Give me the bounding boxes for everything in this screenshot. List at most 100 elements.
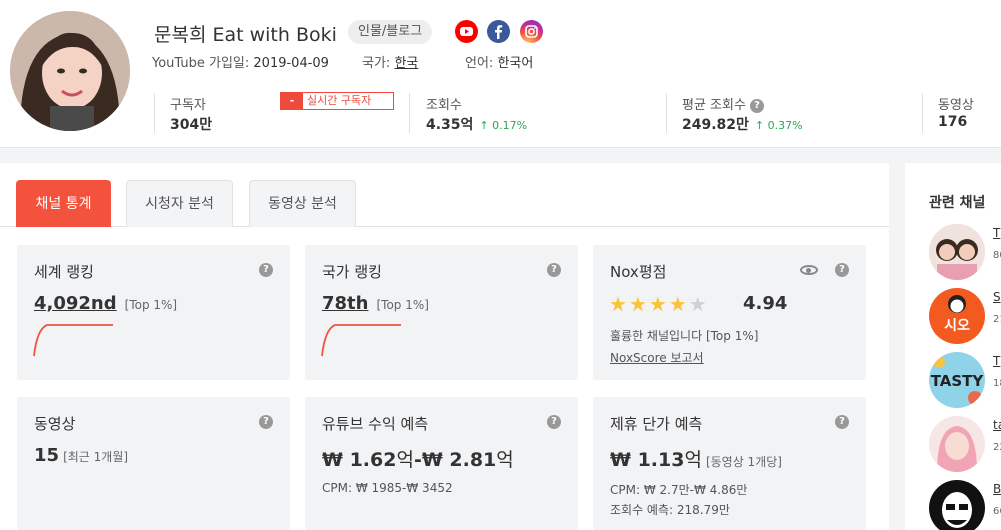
- card-title: 제휴 단가 예측: [610, 415, 703, 433]
- videos-label: 동영상: [938, 98, 974, 113]
- revenue-cpm: CPM: ₩ 1985-₩ 3452: [322, 481, 453, 495]
- tab-channel-stats[interactable]: 채널 통계: [16, 180, 111, 227]
- world-rank-top: [Top 1%]: [124, 298, 178, 312]
- partnership-number: ₩ 1.13: [610, 449, 685, 471]
- related-channel-count: 22: [993, 442, 1001, 453]
- stat-divider: [409, 93, 410, 133]
- related-channel-name[interactable]: ta: [993, 418, 1001, 432]
- related-channels-panel: [905, 163, 1001, 530]
- help-icon[interactable]: ?: [835, 415, 849, 429]
- help-icon[interactable]: ?: [547, 415, 561, 429]
- arrow-up-icon: ↑: [754, 119, 765, 132]
- avg-views-label-text: 평균 조회수: [682, 98, 746, 113]
- noxscore-report-link[interactable]: NoxScore 보고서: [610, 349, 704, 366]
- channel-header: 문복희 Eat with Boki 인물/블로그 YouTube 가입일: 20…: [0, 0, 1001, 148]
- channel-name: 문복희 Eat with Boki: [154, 24, 337, 46]
- tab-audience-analysis[interactable]: 시청자 분석: [126, 180, 233, 227]
- country: 국가: 한국: [362, 52, 418, 71]
- related-channel-avatar[interactable]: TASTY: [929, 352, 985, 408]
- help-icon[interactable]: ?: [259, 263, 273, 277]
- related-channel-name[interactable]: S: [993, 290, 1001, 304]
- views-change: ↑ 0.17%: [479, 119, 527, 132]
- stat-divider: [154, 93, 155, 133]
- help-icon[interactable]: ?: [835, 263, 849, 277]
- related-channel-count: 66: [993, 506, 1001, 517]
- partnership-views: 조회수 예측: 218.79만: [610, 503, 730, 517]
- videos-value: 176: [938, 114, 968, 130]
- related-channel-avatar[interactable]: 시오: [929, 288, 985, 344]
- star-half-icon: ★: [688, 292, 709, 316]
- country-value[interactable]: 한국: [394, 56, 418, 71]
- subscribers-label: 구독자: [170, 98, 206, 113]
- country-label: 국가:: [362, 56, 391, 71]
- joined-label: YouTube 가입일:: [152, 56, 250, 71]
- card-title: 세계 랭킹: [34, 263, 94, 281]
- partnership-per-video: [동영상 1개당]: [705, 455, 782, 469]
- card-title: 국가 랭킹: [322, 263, 382, 281]
- revenue-high-unit: 억: [496, 449, 514, 471]
- nox-score-value: 4.94: [743, 293, 788, 314]
- revenue-range: ₩ 1.62억-₩ 2.81억: [322, 445, 514, 472]
- youtube-icon[interactable]: [455, 20, 478, 43]
- language: 언어: 한국어: [465, 52, 533, 71]
- help-icon[interactable]: ?: [750, 98, 765, 113]
- related-channel-avatar[interactable]: [929, 416, 985, 472]
- country-rank-top: [Top 1%]: [376, 298, 429, 312]
- subscribers-value: 304만: [170, 117, 213, 133]
- revenue-separator: -: [413, 449, 422, 471]
- svg-text:시오: 시오: [944, 318, 970, 334]
- related-channel-name[interactable]: T: [993, 354, 1000, 368]
- partnership-card: 제휴 단가 예측 ? ₩ 1.13억 [동영상 1개당] CPM: ₩ 2.7만-…: [593, 397, 866, 530]
- videos-card: 동영상 ? 15 [최근 1개월]: [17, 397, 290, 530]
- country-rank-value[interactable]: 78th [Top 1%]: [322, 293, 429, 314]
- nox-score-card: Nox평점 ? ★★★★★ 4.94 훌륭한 채널입니다 [Top 1%] No…: [593, 245, 866, 380]
- nox-description: 훌륭한 채널입니다 [Top 1%]: [610, 329, 759, 343]
- revenue-card: 유튜브 수익 예측 ? ₩ 1.62억-₩ 2.81억 CPM: ₩ 1985-…: [305, 397, 578, 530]
- star-icon: ★: [628, 292, 649, 316]
- views-number: 4.35억: [426, 117, 474, 133]
- eye-icon[interactable]: [800, 265, 818, 275]
- views-change-value: 0.17%: [492, 119, 528, 132]
- rating-stars: ★★★★★: [609, 292, 709, 316]
- related-channels-title: 관련 채널: [929, 195, 986, 211]
- star-icon: ★: [668, 292, 689, 316]
- help-icon[interactable]: ?: [259, 415, 273, 429]
- stat-divider: [922, 93, 923, 133]
- minus-icon: -: [281, 93, 303, 109]
- related-channel-count: 80: [993, 250, 1001, 261]
- world-rank-sparkline: [33, 324, 113, 357]
- facebook-icon[interactable]: [487, 20, 510, 43]
- videos-count-period: [최근 1개월]: [63, 450, 129, 464]
- views-value: 4.35억 ↑ 0.17%: [426, 114, 527, 134]
- views-label: 조회수: [426, 98, 462, 113]
- category-badge[interactable]: 인물/블로그: [348, 20, 433, 44]
- live-subscribers-label: 실시간 구독자: [307, 94, 372, 107]
- avg-views-number: 249.82만: [682, 117, 749, 133]
- country-rank-card: 국가 랭킹 ? 78th [Top 1%]: [305, 245, 578, 380]
- star-icon: ★: [609, 292, 629, 316]
- avg-views-label: 평균 조회수 ?: [682, 94, 765, 113]
- card-title: 유튜브 수익 예측: [322, 415, 429, 433]
- related-channel-name[interactable]: T: [993, 226, 1000, 240]
- related-channel-name[interactable]: B: [993, 482, 1001, 496]
- related-channel-avatar[interactable]: [929, 224, 985, 280]
- language-label: 언어:: [465, 56, 494, 71]
- country-rank-number: 78th: [322, 293, 369, 314]
- help-icon[interactable]: ?: [547, 263, 561, 277]
- world-rank-number: 4,092nd: [34, 293, 117, 314]
- tab-video-analysis[interactable]: 동영상 분석: [249, 180, 356, 227]
- avg-views-change: ↑ 0.37%: [755, 119, 803, 132]
- revenue-low-unit: 억: [396, 449, 414, 471]
- channel-avatar: [10, 11, 130, 131]
- world-rank-card: 세계 랭킹 ? 4,092nd [Top 1%]: [17, 245, 290, 380]
- star-icon: ★: [648, 292, 669, 316]
- language-value: 한국어: [497, 56, 534, 71]
- avg-views-change-value: 0.37%: [767, 119, 803, 132]
- instagram-icon[interactable]: [520, 20, 543, 43]
- stat-divider: [666, 93, 667, 133]
- world-rank-value[interactable]: 4,092nd [Top 1%]: [34, 293, 177, 314]
- live-subscribers-button[interactable]: - 실시간 구독자: [280, 92, 394, 110]
- related-channel-avatar[interactable]: [929, 480, 985, 530]
- partnership-cpm: CPM: ₩ 2.7만-₩ 4.86만: [610, 483, 748, 497]
- partnership-unit: 억: [684, 449, 702, 471]
